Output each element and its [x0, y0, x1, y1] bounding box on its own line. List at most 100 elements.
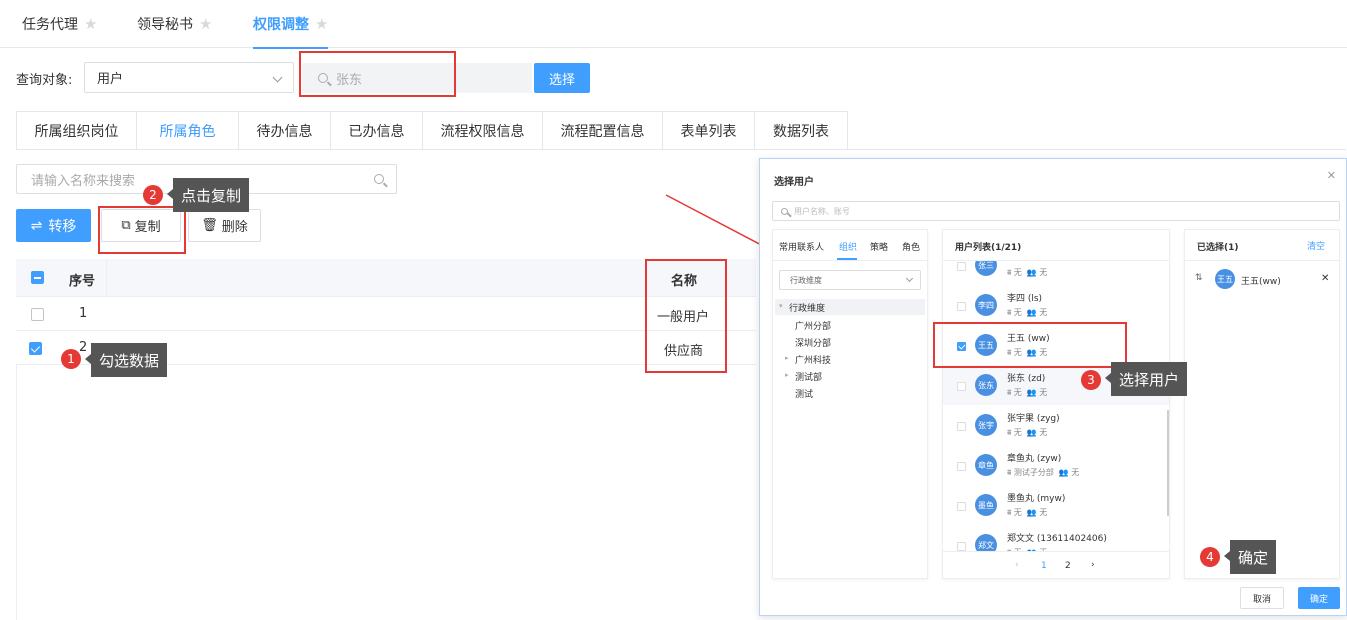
search-icon: [318, 73, 328, 83]
subtab-flow-permission[interactable]: 流程权限信息: [423, 112, 543, 150]
divider: [773, 260, 927, 261]
subtab-org-post[interactable]: 所属组织岗位: [17, 112, 137, 150]
tree-item[interactable]: 广州分部: [795, 319, 831, 332]
select-all-checkbox[interactable]: [31, 271, 44, 284]
copy-button[interactable]: ⧉ 复制: [101, 209, 181, 242]
table-row[interactable]: 1 一般用户: [16, 297, 756, 331]
remove-icon[interactable]: ✕: [1321, 273, 1329, 284]
subtab-data-list[interactable]: 数据列表: [755, 112, 847, 150]
user-list-panel: 用户列表(1/21) 张三 ⩩ 无 👥 无 李四 李四 (ls) ⩩ 无 👥 无…: [942, 229, 1170, 579]
tab-leader-secretary[interactable]: 领导秘书 ★: [137, 0, 212, 48]
tab-org[interactable]: 组织: [839, 240, 857, 253]
subtab-form-list[interactable]: 表单列表: [663, 112, 755, 150]
subtab-roles[interactable]: 所属角色: [137, 112, 239, 150]
row-checkbox[interactable]: [29, 342, 42, 355]
list-item[interactable]: 李四 李四 (ls) ⩩ 无 👥 无: [943, 285, 1169, 325]
top-tab-bar: 任务代理 ★ 领导秘书 ★ 权限调整 ★: [0, 0, 1347, 49]
subtab-done[interactable]: 已办信息: [331, 112, 423, 150]
user-checkbox[interactable]: [957, 502, 966, 511]
tree-item[interactable]: 行政维度: [789, 301, 825, 314]
avatar: 章鱼: [975, 454, 997, 476]
search-icon: [781, 207, 788, 215]
avatar: 张宇: [975, 414, 997, 436]
star-icon[interactable]: ★: [199, 15, 212, 33]
list-item[interactable]: 王五 王五 (ww) ⩩ 无 👥 无: [943, 325, 1169, 365]
annotation-number: 1: [61, 349, 81, 369]
transfer-button[interactable]: ⇌ 转移: [16, 209, 91, 242]
user-name: 章鱼丸 (zyw): [1007, 454, 1062, 464]
next-page-icon[interactable]: ›: [1091, 560, 1095, 570]
trash-icon: 🗑: [201, 218, 218, 233]
query-label: 查询对象:: [16, 73, 73, 88]
prev-page-icon[interactable]: ‹: [1015, 560, 1019, 570]
subtab-todo[interactable]: 待办信息: [239, 112, 331, 150]
tab-task-agent[interactable]: 任务代理 ★: [22, 0, 97, 48]
tab-contacts[interactable]: 常用联系人: [779, 240, 824, 253]
list-item[interactable]: 张宇 张宇果 (zyg) ⩩ 无 👥 无: [943, 405, 1169, 445]
user-search-input[interactable]: 用户名称、账号: [772, 201, 1340, 221]
annotation-tip: 勾选数据: [84, 343, 168, 377]
sort-icon[interactable]: ⇅: [1195, 273, 1203, 283]
annotation-number: 2: [143, 185, 163, 205]
list-item[interactable]: 张三 ⩩ 无 👥 无: [943, 261, 1169, 285]
list-item[interactable]: 章鱼 章鱼丸 (zyw) ⩩ 测试子分部 👥 无: [943, 445, 1169, 485]
user-name: 张宇果 (zyg): [1007, 414, 1060, 424]
scrollbar[interactable]: [1167, 410, 1169, 516]
user-meta: ⩩ 无 👥 无: [1007, 388, 1048, 397]
tree-item[interactable]: 测试: [795, 387, 813, 400]
avatar: 王五: [1215, 269, 1235, 289]
table-header: 序号 名称: [16, 259, 756, 297]
delete-button[interactable]: 🗑 删除: [188, 209, 261, 242]
confirm-button[interactable]: 确定: [1298, 587, 1340, 609]
selected-title: 已选择(1): [1197, 243, 1239, 253]
dimension-select[interactable]: 行政维度: [779, 270, 921, 290]
caret-right-icon[interactable]: ▸: [785, 371, 789, 379]
star-icon[interactable]: ★: [315, 15, 328, 33]
annotation-number: 3: [1081, 370, 1101, 390]
star-icon[interactable]: ★: [84, 15, 97, 33]
list-item[interactable]: 墨鱼 墨鱼丸 (myw) ⩩ 无 👥 无: [943, 485, 1169, 525]
cancel-button[interactable]: 取消: [1240, 587, 1284, 609]
user-checkbox[interactable]: [957, 342, 966, 351]
col-index-header: 序号: [69, 274, 96, 289]
user-checkbox[interactable]: [957, 422, 966, 431]
search-icon: [374, 174, 384, 184]
annotation-tip: 点击复制: [166, 178, 250, 212]
annotation-tip: 确定: [1223, 540, 1277, 574]
query-type-select[interactable]: 用户: [84, 62, 294, 93]
clear-button[interactable]: 清空: [1307, 239, 1325, 252]
page-number[interactable]: 1: [1041, 561, 1047, 571]
tab-role[interactable]: 角色: [902, 240, 920, 253]
table-border: [16, 365, 17, 620]
list-item[interactable]: ⇅ 王五 王五(ww) ✕: [1185, 268, 1339, 292]
caret-down-icon[interactable]: ▾: [779, 302, 783, 310]
tree-item[interactable]: 测试部: [795, 370, 822, 383]
user-meta: ⩩ 无 👥 无: [1007, 308, 1048, 317]
dialog-title: 选择用户: [774, 177, 814, 188]
user-name: 张东 (zd): [1007, 374, 1046, 384]
caret-right-icon[interactable]: ▸: [785, 354, 789, 362]
page-number[interactable]: 2: [1065, 561, 1071, 571]
user-checkbox[interactable]: [957, 382, 966, 391]
user-checkbox[interactable]: [957, 302, 966, 311]
user-checkbox[interactable]: [957, 542, 966, 551]
col-divider: [106, 259, 107, 297]
subtab-flow-config[interactable]: 流程配置信息: [543, 112, 663, 150]
row-checkbox[interactable]: [31, 308, 44, 321]
select-button[interactable]: 选择: [534, 63, 590, 93]
user-checkbox[interactable]: [957, 262, 966, 271]
user-meta: ⩩ 无 👥 无: [1007, 268, 1048, 277]
tab-strategy[interactable]: 策略: [870, 240, 888, 253]
query-search-input[interactable]: 张东: [302, 63, 532, 93]
selected-panel: 已选择(1) 清空 ⇅ 王五 王五(ww) ✕: [1184, 229, 1340, 579]
avatar: 李四: [975, 294, 997, 316]
avatar: 墨鱼: [975, 494, 997, 516]
divider: [16, 149, 1346, 150]
user-checkbox[interactable]: [957, 462, 966, 471]
divider: [943, 551, 1169, 552]
close-icon[interactable]: ✕: [1327, 169, 1336, 182]
tree-item[interactable]: 广州科技: [795, 353, 831, 366]
tab-permission-adjust[interactable]: 权限调整 ★: [253, 0, 329, 49]
tree-item[interactable]: 深圳分部: [795, 336, 831, 349]
list-item[interactable]: 郑文 郑文文 (13611402406) ⩩ 无 👥 无: [943, 525, 1169, 551]
